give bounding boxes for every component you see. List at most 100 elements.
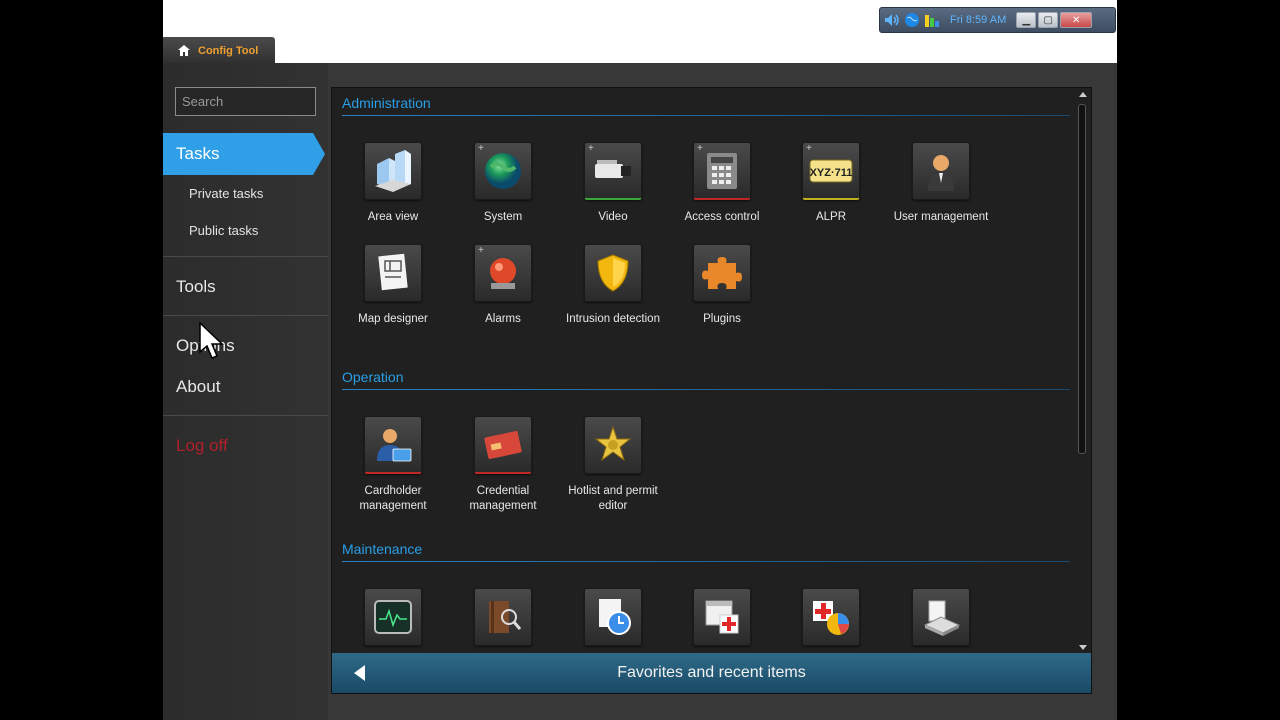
task-health-statistics[interactable]: [781, 588, 881, 646]
sheriff-badge-icon: [594, 425, 632, 462]
task-hardware-inventory[interactable]: [891, 588, 991, 646]
config-tool-window: Tasks Private tasks Public tasks Tools O…: [163, 63, 1117, 720]
task-cardholder-management[interactable]: Cardholder management: [343, 416, 443, 514]
plus-icon: +: [697, 143, 703, 154]
globe-icon: [485, 153, 521, 189]
plus-icon: +: [806, 143, 812, 154]
sidebar-item-about[interactable]: About: [163, 377, 220, 397]
mouse-cursor-icon: [199, 322, 224, 359]
task-hotlist-permit-editor[interactable]: Hotlist and permit editor: [563, 416, 663, 514]
task-alarms[interactable]: + Alarms: [453, 244, 553, 327]
task-label: Area view: [367, 211, 419, 223]
task-label: Intrusion detection: [566, 313, 660, 325]
sidebar-divider: [163, 315, 328, 316]
tasks-panel: Administration Area view + System + Vide…: [331, 87, 1092, 694]
task-label: Cardholder management: [359, 485, 427, 512]
back-arrow-icon[interactable]: [354, 665, 365, 681]
plus-icon: +: [478, 245, 484, 256]
license-plate-icon: XYZ·711: [809, 159, 853, 182]
task-label: Access control: [684, 211, 760, 223]
task-label: Video: [598, 211, 628, 223]
alarm-light-icon: [490, 258, 516, 289]
task-label: Credential management: [469, 485, 537, 512]
sidebar-divider: [163, 256, 328, 257]
section-title-administration: Administration: [342, 95, 431, 111]
audit-book-icon: [489, 601, 522, 633]
scroll-down-icon[interactable]: [1079, 645, 1087, 650]
task-label: Map designer: [358, 313, 428, 325]
section-divider: [342, 115, 1070, 116]
close-button[interactable]: ✕: [1060, 12, 1093, 28]
puzzle-icon: [702, 257, 742, 289]
task-system[interactable]: + System: [453, 142, 553, 225]
task-credential-management[interactable]: Credential management: [453, 416, 553, 514]
task-plugins[interactable]: Plugins: [672, 244, 772, 327]
plate-text: XYZ·711: [810, 167, 853, 179]
task-audit-trails[interactable]: [453, 588, 553, 646]
plus-icon: +: [588, 143, 594, 154]
close-icon: ✕: [1072, 14, 1081, 26]
speaker-icon[interactable]: [884, 12, 900, 28]
credential-card-icon: [484, 430, 522, 459]
task-label: User management: [893, 211, 989, 223]
sidebar-divider: [163, 415, 328, 416]
task-label: Plugins: [703, 313, 741, 325]
scroll-thumb[interactable]: [1078, 104, 1086, 454]
task-scheduled-report[interactable]: [563, 588, 663, 646]
task-map-designer[interactable]: Map designer: [343, 244, 443, 327]
scheduled-report-icon: [599, 599, 631, 635]
health-stats-icon: [813, 601, 849, 635]
section-title-operation: Operation: [342, 369, 404, 385]
system-tray: Fri 8:59 AM ▁ ▢ ✕: [879, 7, 1116, 33]
scroll-up-icon[interactable]: [1079, 92, 1087, 97]
sidebar-item-public-tasks[interactable]: Public tasks: [189, 223, 258, 238]
task-video[interactable]: + Video: [563, 142, 663, 225]
sidebar: Tasks Private tasks Public tasks Tools O…: [163, 63, 328, 720]
minimize-icon: ▁: [1022, 14, 1031, 26]
task-area-view[interactable]: Area view: [343, 142, 443, 225]
active-arrow: [313, 133, 325, 175]
keypad-icon: [707, 152, 737, 189]
task-health-calendar[interactable]: [672, 588, 772, 646]
health-monitor-icon: [374, 600, 412, 634]
sidebar-item-tasks[interactable]: Tasks: [163, 133, 325, 175]
sidebar-item-tasks-label: Tasks: [176, 144, 220, 163]
app-tab-config-tool[interactable]: Config Tool: [163, 37, 275, 64]
vertical-scrollbar[interactable]: [1078, 90, 1088, 650]
task-label: System: [483, 211, 523, 223]
health-calendar-icon: [705, 600, 739, 634]
task-label: Hotlist and permit editor: [568, 485, 658, 512]
task-label: Alarms: [485, 313, 521, 325]
screen-frame: Fri 8:59 AM ▁ ▢ ✕ Config Tool Tasks Priv…: [163, 0, 1117, 720]
clock-time: Fri 8:59 AM: [950, 14, 1007, 26]
sidebar-item-log-off[interactable]: Log off: [163, 436, 228, 456]
search-input[interactable]: [175, 87, 316, 116]
camera-icon: [595, 159, 631, 178]
task-intrusion-detection[interactable]: Intrusion detection: [563, 244, 663, 327]
sidebar-item-private-tasks[interactable]: Private tasks: [189, 186, 263, 201]
maximize-button[interactable]: ▢: [1038, 12, 1059, 28]
cardholder-icon: [377, 428, 412, 461]
favorites-label: Favorites and recent items: [617, 664, 806, 681]
task-user-management[interactable]: User management: [891, 142, 991, 225]
plus-icon: +: [478, 143, 484, 154]
section-divider: [342, 389, 1070, 390]
favorites-bar[interactable]: Favorites and recent items: [332, 653, 1091, 693]
task-access-control[interactable]: + Access control: [672, 142, 772, 225]
signal-bars-icon[interactable]: [924, 12, 940, 28]
section-title-maintenance: Maintenance: [342, 541, 423, 557]
hardware-inventory-icon: [923, 600, 961, 636]
home-icon: [178, 45, 190, 56]
minimize-button[interactable]: ▁: [1016, 12, 1037, 28]
globe-icon[interactable]: [904, 12, 920, 28]
buildings-icon: [375, 150, 411, 192]
map-icon: [378, 253, 408, 291]
task-alpr[interactable]: + XYZ·711 ALPR: [781, 142, 881, 225]
task-label: ALPR: [815, 211, 847, 223]
sidebar-item-tools[interactable]: Tools: [163, 277, 216, 297]
shield-icon: [597, 254, 629, 292]
app-tab-label: Config Tool: [198, 44, 259, 57]
user-icon: [928, 155, 954, 191]
section-divider: [342, 561, 1070, 562]
task-health-monitor[interactable]: [343, 588, 443, 646]
